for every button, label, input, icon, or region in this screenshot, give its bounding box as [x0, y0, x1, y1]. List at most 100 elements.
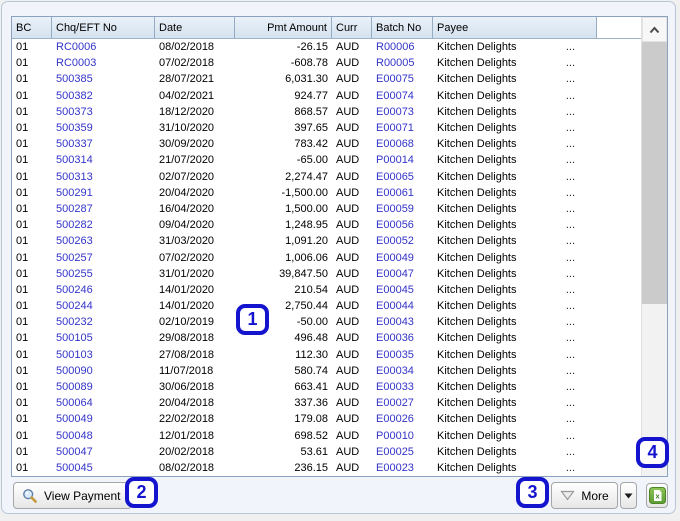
row-ellipsis[interactable]: ... — [566, 284, 593, 296]
row-ellipsis[interactable]: ... — [566, 203, 593, 215]
row-ellipsis[interactable]: ... — [566, 122, 593, 134]
row-ellipsis[interactable]: ... — [566, 154, 593, 166]
row-ellipsis[interactable]: ... — [566, 252, 593, 264]
row-ellipsis[interactable]: ... — [566, 219, 593, 231]
table-row[interactable]: 01 500313 02/07/2020 2,274.47 AUD E00065 Kitch… — [12, 169, 641, 185]
table-row[interactable]: 01 500314 21/07/2020 -65.00 AUD P00014 Kitchen… — [12, 152, 641, 168]
view-payment-label: View Payment — [44, 488, 121, 503]
cell-batch: E00073 — [376, 105, 414, 118]
cell-payee: Kitchen Delights... — [433, 73, 597, 85]
table-row[interactable]: 01 500246 14/01/2020 210.54 AUD E00045 Kitchen… — [12, 282, 641, 298]
cell-date: 31/10/2020 — [159, 122, 215, 135]
table-row[interactable]: 01 500359 31/10/2020 397.65 AUD E00071 Kitchen… — [12, 120, 641, 136]
cell-amount: -608.78 — [290, 57, 328, 70]
row-ellipsis[interactable]: ... — [566, 430, 593, 442]
header-date[interactable]: Date — [155, 17, 235, 38]
header-batch[interactable]: Batch No — [372, 17, 433, 38]
row-ellipsis[interactable]: ... — [566, 381, 593, 393]
row-ellipsis[interactable]: ... — [566, 300, 593, 312]
cell-chq: 500263 — [56, 235, 93, 248]
vertical-scrollbar[interactable] — [641, 17, 667, 476]
table-row[interactable]: 01 500255 31/01/2020 39,847.50 AUD E00047 Kitc… — [12, 266, 641, 282]
cell-date: 29/08/2018 — [159, 332, 215, 345]
cell-bc: 01 — [16, 186, 29, 199]
table-row[interactable]: 01 500244 14/01/2020 2,750.44 AUD E00044 Kitch… — [12, 298, 641, 314]
cell-payee: Kitchen Delights... — [433, 252, 597, 264]
row-ellipsis[interactable]: ... — [566, 316, 593, 328]
row-ellipsis[interactable]: ... — [566, 397, 593, 409]
table-row[interactable]: 01 RC0006 08/02/2018 -26.15 AUD R00006 Kitchen… — [12, 39, 641, 55]
table-row[interactable]: 01 500090 11/07/2018 580.74 AUD E00034 Kitchen… — [12, 363, 641, 379]
export-excel-button[interactable]: x — [646, 483, 668, 508]
table-row[interactable]: 01 500257 07/02/2020 1,006.06 AUD E00049 Kitch… — [12, 249, 641, 265]
cell-batch: E00025 — [376, 445, 414, 458]
cell-amount: 397.65 — [294, 122, 328, 135]
table-row[interactable]: 01 500337 30/09/2020 783.42 AUD E00068 Kitchen… — [12, 136, 641, 152]
row-ellipsis[interactable]: ... — [566, 349, 593, 361]
more-dropdown-button[interactable] — [620, 482, 637, 509]
table-row[interactable]: 01 500263 31/03/2020 1,091.20 AUD E00052 Kitch… — [12, 233, 641, 249]
row-ellipsis[interactable]: ... — [566, 57, 593, 69]
table-row[interactable]: 01 500045 08/02/2018 236.15 AUD E00023 Kitchen… — [12, 460, 641, 476]
table-header: BC Chq/EFT No Date Pmt Amount Curr Batch No Pa… — [12, 17, 641, 39]
table-row[interactable]: 01 500373 18/12/2020 868.57 AUD E00073 Kitchen… — [12, 104, 641, 120]
cell-payee: Kitchen Delights... — [433, 446, 597, 458]
row-ellipsis[interactable]: ... — [566, 171, 593, 183]
cell-chq: 500255 — [56, 267, 93, 280]
header-bc[interactable]: BC — [12, 17, 52, 38]
table-row[interactable]: 01 500049 22/02/2018 179.08 AUD E00026 Kitchen… — [12, 411, 641, 427]
table-row[interactable]: 01 500047 20/02/2018 53.61 AUD E00025 Kitchen … — [12, 444, 641, 460]
table-row[interactable]: 01 500089 30/06/2018 663.41 AUD E00033 Kitchen… — [12, 379, 641, 395]
cell-payee: Kitchen Delights... — [433, 365, 597, 377]
table-row[interactable]: 01 500385 28/07/2021 6,031.30 AUD E00075 Kitch… — [12, 71, 641, 87]
table-row[interactable]: 01 500064 20/04/2018 337.36 AUD E00027 Kitchen… — [12, 395, 641, 411]
table-row[interactable]: 01 500287 16/04/2020 1,500.00 AUD E00059 Kitch… — [12, 201, 641, 217]
table-row[interactable]: 01 500291 20/04/2020 -1,500.00 AUD E00061 Kitc… — [12, 185, 641, 201]
view-payment-button[interactable]: View Payment — [13, 482, 133, 509]
table-row[interactable]: 01 500103 27/08/2018 112.30 AUD E00035 Kitchen… — [12, 347, 641, 363]
row-ellipsis[interactable]: ... — [566, 73, 593, 85]
annotation-badge-3: 3 — [516, 477, 549, 508]
header-amount[interactable]: Pmt Amount — [235, 17, 332, 38]
table-row[interactable]: 01 500232 02/10/2019 -50.00 AUD E00043 Kitchen… — [12, 314, 641, 330]
cell-batch: R00006 — [376, 41, 415, 54]
row-ellipsis[interactable]: ... — [566, 106, 593, 118]
row-ellipsis[interactable]: ... — [566, 446, 593, 458]
row-ellipsis[interactable]: ... — [566, 413, 593, 425]
cell-batch: E00036 — [376, 332, 414, 345]
cell-date: 30/09/2020 — [159, 138, 215, 151]
cell-batch: E00049 — [376, 251, 414, 264]
table-row[interactable]: 01 500282 09/04/2020 1,248.95 AUD E00056 Kitch… — [12, 217, 641, 233]
table-row[interactable]: 01 500382 04/02/2021 924.77 AUD E00074 Kitchen… — [12, 88, 641, 104]
table-row[interactable]: 01 RC0003 07/02/2018 -608.78 AUD R00005 Kitche… — [12, 55, 641, 71]
cell-chq: 500064 — [56, 397, 93, 410]
cell-chq: 500382 — [56, 89, 93, 102]
row-ellipsis[interactable]: ... — [566, 332, 593, 344]
row-ellipsis[interactable]: ... — [566, 138, 593, 150]
cell-curr: AUD — [336, 122, 360, 135]
header-chq[interactable]: Chq/EFT No — [52, 17, 155, 38]
cell-bc: 01 — [16, 445, 29, 458]
cell-batch: E00047 — [376, 267, 414, 280]
cell-amount: 210.54 — [294, 283, 328, 296]
cell-curr: AUD — [336, 267, 360, 280]
header-curr[interactable]: Curr — [332, 17, 372, 38]
cell-payee: Kitchen Delights... — [433, 381, 597, 393]
cell-amount: -1,500.00 — [281, 186, 328, 199]
row-ellipsis[interactable]: ... — [566, 90, 593, 102]
cell-bc: 01 — [16, 122, 29, 135]
row-ellipsis[interactable]: ... — [566, 365, 593, 377]
payee-text: Kitchen Delights — [437, 364, 517, 377]
more-button[interactable]: More — [551, 482, 618, 509]
table-row[interactable]: 01 500048 12/01/2018 698.52 AUD P00010 Kitchen… — [12, 428, 641, 444]
scrollbar-thumb[interactable] — [642, 42, 667, 304]
row-ellipsis[interactable]: ... — [566, 41, 593, 53]
header-payee[interactable]: Payee — [433, 17, 597, 38]
cell-date: 07/02/2018 — [159, 57, 215, 70]
scroll-up-button[interactable] — [642, 17, 667, 42]
row-ellipsis[interactable]: ... — [566, 268, 593, 280]
row-ellipsis[interactable]: ... — [566, 235, 593, 247]
row-ellipsis[interactable]: ... — [566, 187, 593, 199]
row-ellipsis[interactable]: ... — [566, 462, 593, 474]
table-row[interactable]: 01 500105 29/08/2018 496.48 AUD E00036 Kitchen… — [12, 330, 641, 346]
